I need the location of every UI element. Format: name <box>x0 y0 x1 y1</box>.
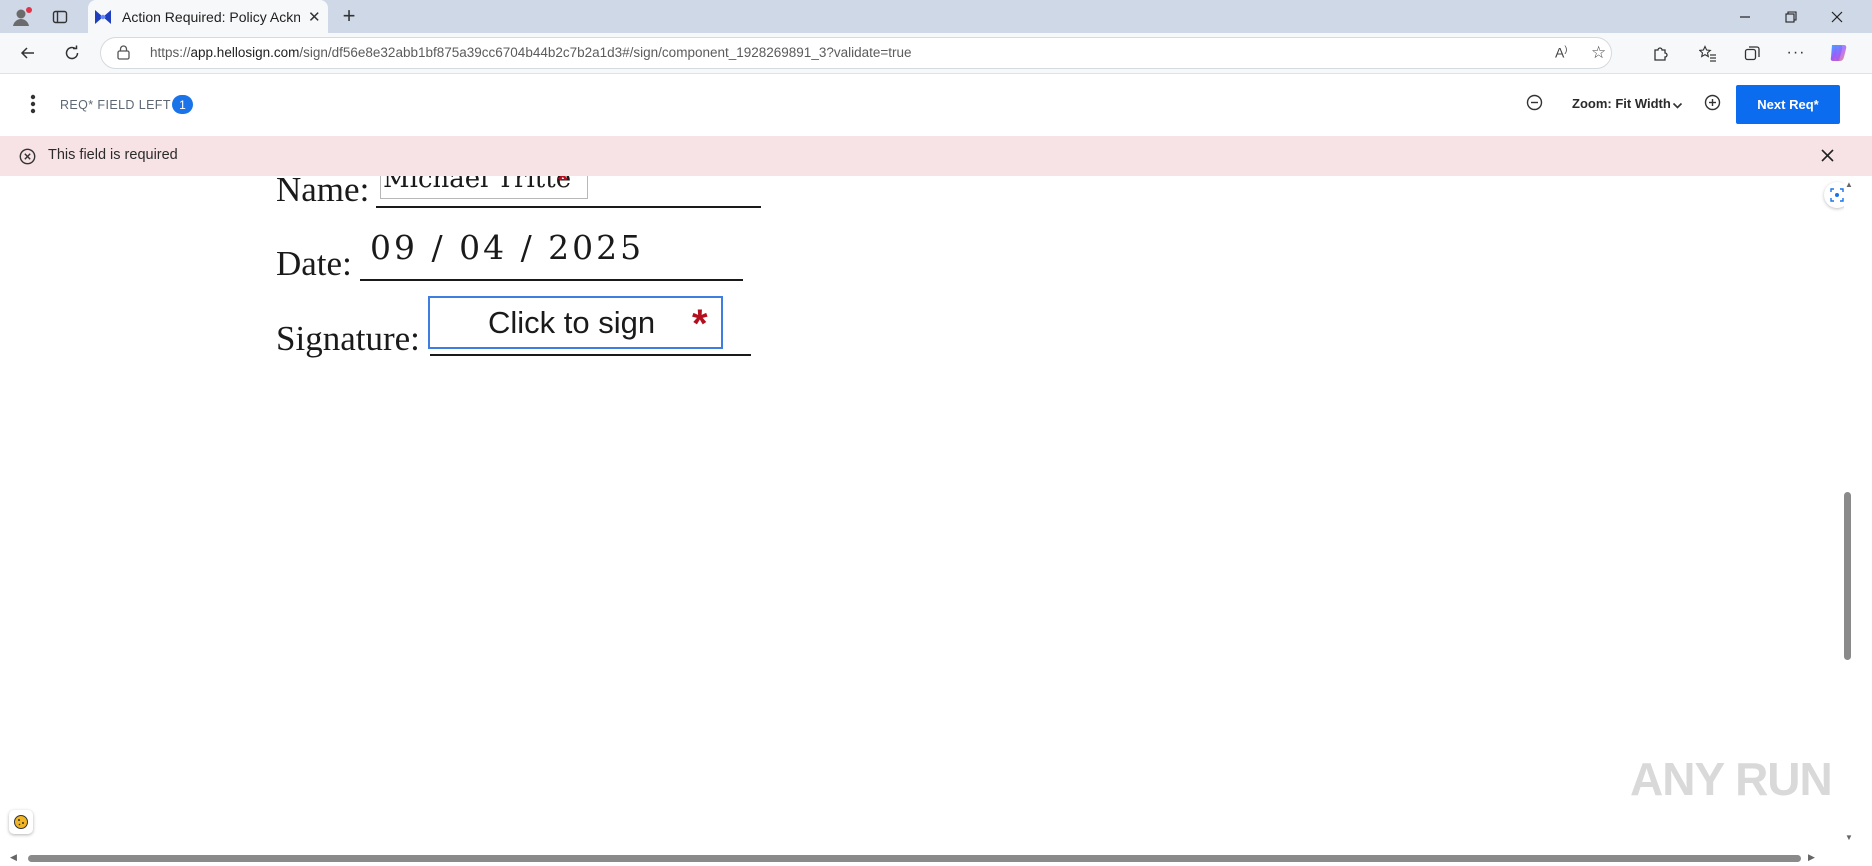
profile-icon[interactable] <box>8 4 36 30</box>
horizontal-scrollbar[interactable]: ◀ ▶ <box>0 849 1872 866</box>
window-close-icon[interactable] <box>1814 0 1860 33</box>
date-value[interactable]: 09 / 04 / 2025 <box>370 228 644 267</box>
dismiss-banner-icon[interactable] <box>1820 148 1835 168</box>
name-value: Michael Tritte <box>383 176 572 194</box>
url-prefix: https:// <box>150 45 191 60</box>
menu-icon[interactable] <box>30 94 36 116</box>
required-count-badge: 1 <box>172 95 193 114</box>
horizontal-scroll-thumb[interactable] <box>28 855 1801 862</box>
browser-nav-bar: https://app.hellosign.com/sign/df56e8e32… <box>0 33 1872 74</box>
back-icon[interactable] <box>12 38 44 68</box>
scroll-right-arrow[interactable]: ▶ <box>1808 852 1815 863</box>
tab-actions-icon[interactable] <box>46 4 74 30</box>
zoom-in-icon[interactable] <box>1704 94 1721 116</box>
tab-title: Action Required: Policy Acknowledgement <box>122 8 300 25</box>
minimize-icon[interactable] <box>1722 0 1768 33</box>
extensions-icon[interactable] <box>1644 38 1676 68</box>
more-icon[interactable]: ··· <box>1780 38 1812 68</box>
document-viewer[interactable]: Name: Michael Tritte * Date: 09 / 04 / 2… <box>2 176 1844 849</box>
signature-underline <box>430 354 751 356</box>
url-text[interactable]: https://app.hellosign.com/sign/df56e8e32… <box>150 45 912 60</box>
browser-tab-active[interactable]: Action Required: Policy Acknowledgement … <box>88 0 328 33</box>
url-host: app.hellosign.com <box>190 45 300 60</box>
name-label: Name: <box>276 176 370 209</box>
zoom-out-icon[interactable] <box>1526 94 1543 116</box>
chevron-down-icon <box>1672 98 1683 116</box>
hellosign-favicon <box>94 8 112 26</box>
signature-required-star: * <box>692 302 708 346</box>
cookie-icon[interactable] <box>9 810 33 834</box>
date-label: Date: <box>276 244 352 283</box>
url-path: /sign/df56e8e32abb1bf875a39cc6704b44b2c7… <box>299 45 912 60</box>
error-banner: This field is required <box>0 136 1872 176</box>
name-required-star: * <box>557 176 569 197</box>
scroll-down-arrow[interactable]: ▼ <box>1845 833 1853 842</box>
lock-icon[interactable] <box>117 45 130 65</box>
error-circle-icon <box>19 148 36 170</box>
favorite-icon[interactable]: ☆ <box>1591 43 1606 63</box>
close-icon[interactable]: ✕ <box>308 8 321 26</box>
name-field[interactable]: Michael Tritte * <box>380 176 588 199</box>
zoom-dropdown[interactable]: Zoom: Fit Width <box>1572 96 1686 116</box>
scan-icon[interactable] <box>1824 182 1844 208</box>
scroll-up-arrow[interactable]: ▲ <box>1845 180 1853 189</box>
restore-icon[interactable] <box>1768 0 1814 33</box>
vertical-scroll-thumb[interactable] <box>1844 492 1851 660</box>
zoom-label: Zoom: Fit Width <box>1572 96 1671 111</box>
signature-label: Signature: <box>276 319 420 358</box>
error-message: This field is required <box>48 147 178 163</box>
read-aloud-icon[interactable]: A) <box>1555 44 1567 61</box>
watermark-logo: ANY RUN <box>1630 752 1833 806</box>
watermark-text: ANY RUN <box>1630 753 1833 805</box>
signature-field[interactable]: Click to sign * <box>428 296 723 349</box>
new-tab-icon[interactable]: + <box>336 3 362 29</box>
address-bar[interactable]: https://app.hellosign.com/sign/df56e8e32… <box>100 37 1612 69</box>
collections-icon[interactable] <box>1736 38 1768 68</box>
next-required-button[interactable]: Next Req* <box>1736 85 1840 124</box>
required-fields-label: REQ* FIELD LEFT <box>60 98 171 112</box>
scroll-left-arrow[interactable]: ◀ <box>10 852 17 863</box>
browser-tab-strip: Action Required: Policy Acknowledgement … <box>0 0 1872 33</box>
signing-toolbar: REQ* FIELD LEFT 1 Zoom: Fit Width Next R… <box>0 74 1872 137</box>
name-underline <box>376 206 761 208</box>
copilot-icon[interactable] <box>1822 38 1854 68</box>
favorites-icon[interactable] <box>1692 38 1724 68</box>
signature-placeholder: Click to sign <box>488 304 656 340</box>
date-underline <box>360 279 743 281</box>
reload-icon[interactable] <box>56 38 88 68</box>
